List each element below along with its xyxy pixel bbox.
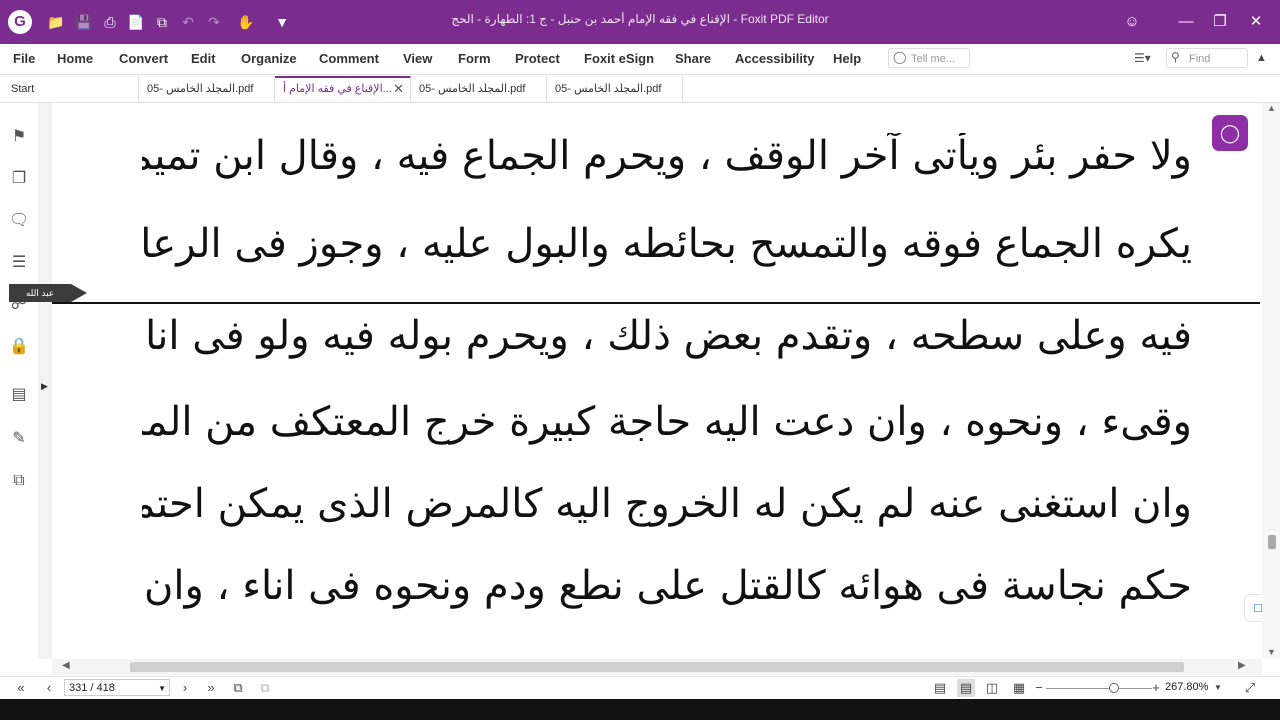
- print-icon[interactable]: ⎙: [100, 12, 120, 32]
- search-options-icon[interactable]: ☰▾: [1134, 51, 1151, 65]
- menu-form[interactable]: Form: [458, 51, 491, 66]
- taskbar-strip: [0, 699, 1280, 720]
- menu-share[interactable]: Share: [675, 51, 711, 66]
- pdf-page-view[interactable]: ولا حفر بئر ويأتى آخر الوقف ، ويحرم الجم…: [52, 103, 1260, 659]
- search-icon: ⚲: [1171, 50, 1180, 64]
- security-icon[interactable]: 🔒: [9, 337, 29, 357]
- annotation-marker[interactable]: عبد الله: [9, 284, 87, 302]
- menu-help[interactable]: Help: [833, 51, 861, 66]
- document-text-line: وقىء ، ونحوه ، وان دعت اليه حاجة كبيرة خ…: [142, 399, 1192, 445]
- annotation-author: عبد الله: [9, 284, 71, 302]
- restore-icon[interactable]: ❐: [1206, 10, 1234, 34]
- minimize-icon[interactable]: —: [1172, 10, 1200, 34]
- customize-icon[interactable]: ▼: [272, 12, 292, 32]
- navigation-sidebar: ⚑ ❐ 🗨 ☰ ☍ 🔒 ▤ ✎ ⧉: [0, 103, 39, 659]
- document-text-line: فيه وعلى سطحه ، وتقدم بعض ذلك ، ويحرم بو…: [142, 313, 1192, 359]
- expand-panel-icon[interactable]: ▶: [41, 381, 48, 392]
- last-page-icon[interactable]: »: [202, 679, 220, 697]
- menu-accessibility[interactable]: Accessibility: [735, 51, 815, 66]
- annotation-pointer: [71, 284, 87, 302]
- save-icon[interactable]: 💾: [74, 12, 94, 32]
- account-icon[interactable]: ☺: [1118, 10, 1146, 34]
- document-text-line: ولا حفر بئر ويأتى آخر الوقف ، ويحرم الجم…: [142, 133, 1192, 179]
- collapse-ribbon-icon[interactable]: ▲: [1256, 52, 1267, 64]
- next-view-icon[interactable]: ⧉: [256, 679, 274, 697]
- menu-comment[interactable]: Comment: [319, 51, 379, 66]
- menu-view[interactable]: View: [403, 51, 432, 66]
- comment-icon[interactable]: 🗨: [9, 211, 29, 231]
- create-pdf-icon[interactable]: ⧉: [152, 12, 172, 32]
- menu-foxit-esign[interactable]: Foxit eSign: [584, 51, 654, 66]
- tab-document-4[interactable]: المجلد الخامس -05.pdf: [547, 76, 683, 102]
- document-icon[interactable]: ▤: [9, 385, 29, 405]
- tab-document-1[interactable]: المجلد الخامس -05.pdf: [139, 76, 275, 102]
- tab-start[interactable]: Start: [3, 76, 139, 102]
- zoom-in-icon[interactable]: +: [1147, 679, 1165, 697]
- close-icon[interactable]: ✕: [1242, 10, 1270, 34]
- page-dropdown-icon[interactable]: ▼: [158, 680, 166, 697]
- new-document-icon[interactable]: 📄: [126, 12, 146, 32]
- layers-icon[interactable]: ☰: [9, 253, 29, 273]
- menu-file[interactable]: File: [13, 51, 35, 66]
- menu-bar: File Home Convert Edit Organize Comment …: [0, 44, 1280, 75]
- scroll-up-icon[interactable]: ▲: [1267, 103, 1276, 113]
- bookmark-icon[interactable]: ⚑: [9, 127, 29, 147]
- horizontal-scroll-thumb[interactable]: [130, 662, 1184, 672]
- close-tab-icon[interactable]: ✕: [393, 78, 404, 100]
- menu-edit[interactable]: Edit: [191, 51, 216, 66]
- signature-icon[interactable]: ✎: [9, 429, 29, 449]
- title-bar: G 📁 💾 ⎙ 📄 ⧉ ↶ ↷ ✋ ▼ الإقناع في فقه الإما…: [0, 0, 1280, 44]
- window-title: الإقناع في فقه الإمام أحمد بن حنبل - ج 1…: [451, 12, 829, 26]
- scroll-down-icon[interactable]: ▼: [1267, 647, 1276, 657]
- scroll-left-icon[interactable]: ◀: [62, 660, 70, 671]
- previous-page-icon[interactable]: ‹: [40, 679, 58, 697]
- menu-convert[interactable]: Convert: [119, 51, 168, 66]
- page-number-input[interactable]: 331 / 418 ▼: [64, 679, 170, 696]
- fullscreen-icon[interactable]: ⤢: [1241, 679, 1259, 697]
- vertical-scrollbar[interactable]: ▲ ▼: [1262, 103, 1280, 659]
- document-text-line: حكم نجاسة فى هوائه كالقتل على نطع ودم ون…: [142, 563, 1192, 609]
- single-page-icon[interactable]: ▤: [931, 679, 949, 697]
- scroll-right-icon[interactable]: ▶: [1238, 660, 1246, 671]
- tab-label: الإقناع في فقه الإمام أ...: [283, 83, 392, 95]
- compare-icon[interactable]: ⧉: [9, 471, 29, 491]
- redo-icon[interactable]: ↷: [204, 12, 224, 32]
- tab-document-3[interactable]: المجلد الخامس -05.pdf: [411, 76, 547, 102]
- zoom-slider-handle[interactable]: [1109, 683, 1119, 693]
- foxit-logo: G: [8, 10, 32, 34]
- menu-organize[interactable]: Organize: [241, 51, 297, 66]
- vertical-scroll-thumb[interactable]: [1268, 535, 1276, 549]
- pages-icon[interactable]: ❐: [9, 169, 29, 189]
- page-divider-line: [52, 302, 1260, 304]
- tab-document-active[interactable]: الإقناع في فقه الإمام أ... ✕: [275, 76, 411, 102]
- zoom-slider[interactable]: [1046, 688, 1152, 689]
- zoom-dropdown-icon[interactable]: ▼: [1214, 683, 1222, 692]
- menu-protect[interactable]: Protect: [515, 51, 560, 66]
- folder-open-icon[interactable]: 📁: [46, 12, 66, 32]
- zoom-value[interactable]: 267.80%: [1165, 681, 1208, 693]
- document-text-line: وان استغنى عنه لم يكن له الخروج اليه كال…: [142, 481, 1192, 527]
- status-bar: « ‹ 331 / 418 ▼ › » ⧉ ⧉ ▤ ▤ ◫ ▦ − + 267.…: [0, 676, 1280, 699]
- ai-assistant-icon[interactable]: ◯: [1212, 115, 1248, 151]
- hand-tool-icon[interactable]: ✋: [236, 12, 256, 32]
- continuous-page-icon[interactable]: ▤: [957, 679, 975, 697]
- first-page-icon[interactable]: «: [12, 679, 30, 697]
- facing-page-icon[interactable]: ◫: [983, 679, 1001, 697]
- document-tabs: Start المجلد الخامس -05.pdf الإقناع في ف…: [0, 76, 1280, 103]
- page-number-value: 331 / 418: [69, 682, 115, 694]
- menu-home[interactable]: Home: [57, 51, 93, 66]
- horizontal-scrollbar[interactable]: ◀ ▶: [52, 659, 1262, 675]
- next-page-icon[interactable]: ›: [176, 679, 194, 697]
- previous-view-icon[interactable]: ⧉: [229, 679, 247, 697]
- continuous-facing-icon[interactable]: ▦: [1010, 679, 1028, 697]
- sidebar-splitter[interactable]: ▶: [38, 103, 52, 659]
- document-text-line: يكره الجماع فوقه والتمسح بحائطه والبول ع…: [142, 221, 1192, 267]
- lightbulb-icon: ◯: [893, 50, 907, 64]
- undo-icon[interactable]: ↶: [178, 12, 198, 32]
